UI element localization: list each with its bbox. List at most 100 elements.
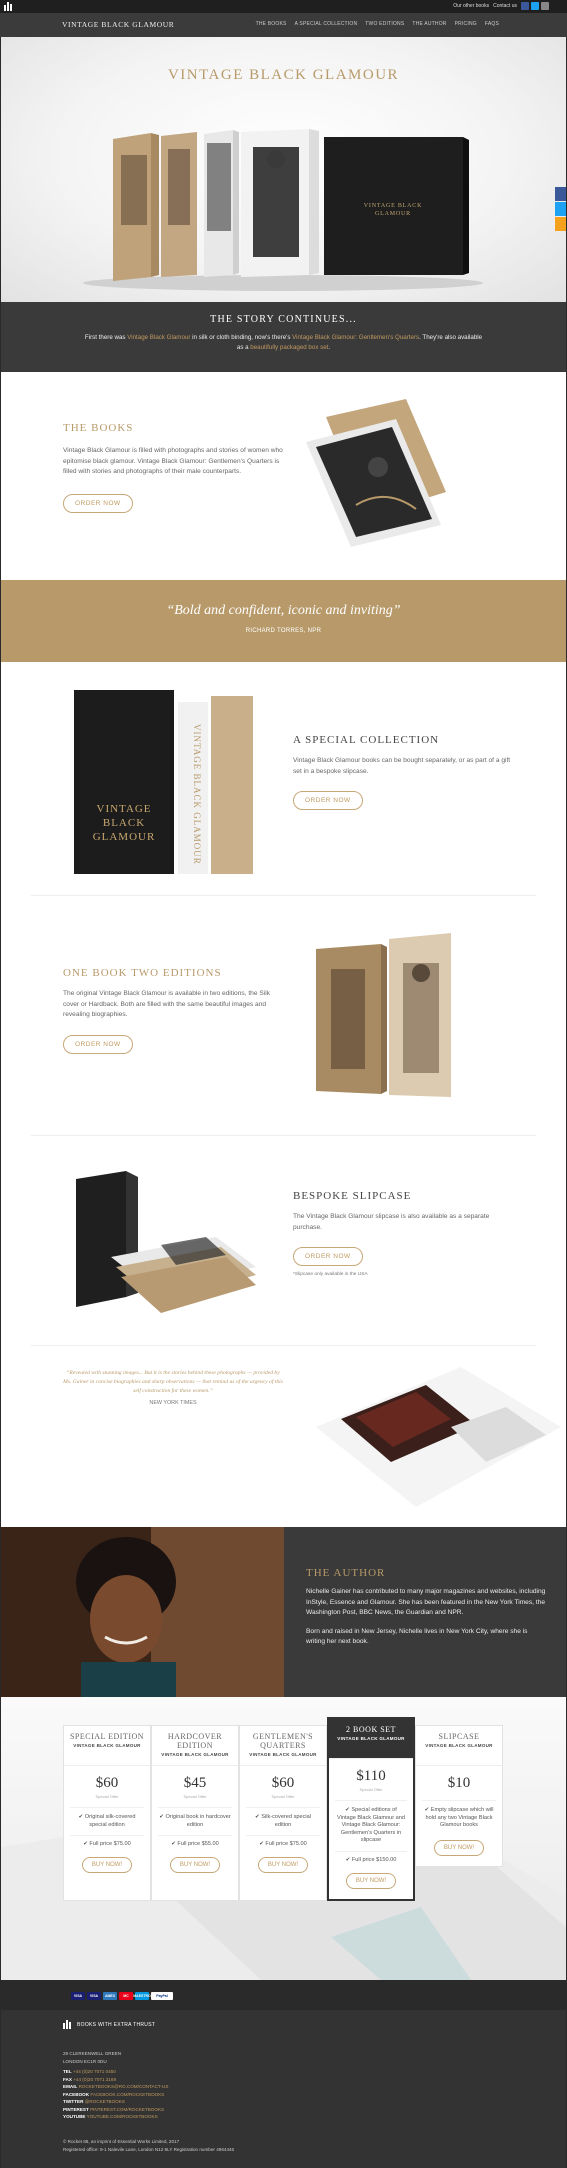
nav-brand[interactable]: VINTAGE BLACK GLAMOUR (62, 20, 174, 29)
nav-item-faqs[interactable]: FAQS (485, 21, 499, 27)
press-quote: “Bold and confident, iconic and inviting… (166, 603, 401, 618)
plan-hardcover-edition: HARDCOVER EDITION VINTAGE BLACK GLAMOUR $… (151, 1725, 239, 1901)
collection-image: VINTAGE BLACK GLAMOUR VINTAGE BLACK GLAM… (74, 690, 253, 874)
footer-brand-text: BOOKS WITH EXTRA THRUST (77, 2021, 156, 2028)
main-nav: VINTAGE BLACK GLAMOUR THE BOOKS A SPECIA… (0, 13, 567, 37)
nav-item-two-editions[interactable]: TWO EDITIONS (365, 21, 404, 27)
buy-now-button[interactable]: BUY NOW! (345, 1872, 397, 1889)
plan-two-book-set: 2 BOOK SET VINTAGE BLACK GLAMOUR $110 Spe… (327, 1717, 415, 1901)
collection-spine-text: VINTAGE BLACK GLAMOUR (192, 724, 202, 865)
author-photo (1, 1527, 284, 1697)
twitter-icon[interactable] (531, 2, 539, 10)
footer-copyright: © Rocket 88, an imprint of Essential Wor… (63, 2139, 180, 2144)
collection-box-line3: GLAMOUR (93, 831, 156, 843)
story-section: THE STORY CONTINUES... First there was V… (1, 302, 566, 372)
press-quote-attribution: RICHARD TORRES, NPR (245, 628, 322, 634)
facebook-icon[interactable] (521, 2, 529, 10)
nav-item-pricing[interactable]: PRICING (455, 21, 477, 27)
footer: VISA VISA AMEX MC MAESTRO PayPal BOOKS W… (1, 1980, 566, 2168)
other-books-link[interactable]: Our other books (453, 3, 489, 9)
slipcase-image (76, 1171, 256, 1313)
section-divider (31, 1135, 536, 1136)
box-title-line1: VINTAGE BLACK (364, 203, 422, 209)
plan-subtitle: VINTAGE BLACK GLAMOUR (337, 1736, 405, 1741)
share-twitter-icon[interactable] (555, 202, 566, 216)
box-title-line2: GLAMOUR (375, 211, 411, 217)
plan-full-price: ✔ Full price $55.00 (158, 1835, 232, 1847)
editions-order-button[interactable]: ORDER NOW (63, 1034, 133, 1054)
story-link-box-set[interactable]: beautifully packaged box set (250, 344, 328, 351)
review-attribution: NEW YORK TIMES (149, 1400, 197, 1406)
visa-icon: VISA (71, 1992, 85, 2000)
footer-legal: © Rocket 88, an imprint of Essential Wor… (63, 2138, 234, 2153)
nav-item-the-books[interactable]: THE BOOKS (256, 21, 287, 27)
plan-full-price: ✔ Full price $75.00 (70, 1835, 144, 1847)
slipcase-order-button[interactable]: ORDER NOW (293, 1247, 363, 1266)
books-body: Vintage Black Glamour is filled with pho… (63, 447, 283, 475)
plan-price: $60 (271, 1775, 295, 1791)
footer-contact-tel: TEL +44 (0)20 7071 0450 (63, 2069, 116, 2074)
editions-heading: ONE BOOK TWO EDITIONS (63, 967, 222, 979)
plan-note: Special Offer (359, 1787, 383, 1792)
floating-share-bar (555, 187, 566, 232)
review-quote: “Revealed with stunning images... But it… (63, 1370, 283, 1394)
nav-item-special-collection[interactable]: A SPECIAL COLLECTION (295, 21, 358, 27)
visa-debit-icon: VISA (87, 1992, 101, 2000)
author-para-2: Born and raised in New Jersey, Nichelle … (306, 1627, 528, 1646)
hero: VINTAGE BLACK GLAMOUR VINTAGE BLACK GLAM… (1, 37, 566, 302)
story-link-gq[interactable]: Vintage Black Glamour: Gentlemen's Quart… (292, 334, 419, 341)
collection-heading: A SPECIAL COLLECTION (293, 734, 440, 746)
share-facebook-icon[interactable] (555, 187, 566, 201)
buy-now-button[interactable]: BUY NOW! (169, 1857, 221, 1873)
footer-address: 29 CLERKENWELL GREEN LONDON EC1R 0DU TEL… (63, 2051, 169, 2119)
plan-price: $60 (95, 1775, 119, 1791)
share-email-icon[interactable] (555, 217, 566, 231)
editions-section: ONE BOOK TWO EDITIONS The original Vinta… (1, 897, 566, 1137)
books-image (306, 399, 446, 547)
collection-order-button[interactable]: ORDER NOW (293, 791, 363, 810)
paypal-icon: PayPal (151, 1992, 173, 2000)
story-text: First there was Vintage Black Glamour in… (84, 334, 483, 351)
plan-special-edition: SPECIAL EDITION VINTAGE BLACK GLAMOUR $60… (63, 1725, 151, 1901)
plan-name: HARDCOVER EDITION (167, 1732, 223, 1750)
review-book-image (316, 1367, 561, 1507)
author-heading: THE AUTHOR (306, 1567, 386, 1579)
plan-price: $45 (183, 1775, 207, 1791)
collection-section: VINTAGE BLACK GLAMOUR VINTAGE BLACK GLAM… (1, 662, 566, 897)
story-link-vbg[interactable]: Vintage Black Glamour (127, 334, 190, 341)
plan-subtitle: VINTAGE BLACK GLAMOUR (73, 1743, 141, 1748)
section-divider (31, 895, 536, 896)
rocket-logo-icon[interactable] (4, 2, 14, 11)
payment-methods: VISA VISA AMEX MC MAESTRO PayPal (1, 1980, 566, 2010)
footer-contact-fax: FAX +44 (0)20 7071 3169 (63, 2076, 117, 2082)
books-order-button[interactable]: ORDER NOW (63, 493, 133, 513)
footer-contact-email: EMAIL ROCKETBOOKS@RO.COM/CONTACT-US (63, 2084, 169, 2089)
email-icon[interactable] (541, 2, 549, 10)
footer-contact-youtube: YOUTUBE YOUTUBE.COM/ROCKETBOOKS (63, 2114, 158, 2119)
plan-note: Special Offer (271, 1794, 295, 1799)
editions-image (316, 933, 451, 1097)
buy-now-button[interactable]: BUY NOW! (81, 1857, 133, 1873)
editions-body: The original Vintage Black Glamour is av… (63, 990, 270, 1018)
plan-name: GENTLEMEN'S QUARTERS (252, 1732, 314, 1750)
footer-contact-pinterest: PINTEREST PINTEREST.COM/ROCKETBOOKS (63, 2106, 165, 2112)
section-divider (31, 1345, 536, 1346)
plan-note: Special Offer (95, 1794, 119, 1799)
books-heading: THE BOOKS (63, 422, 134, 434)
rocket-logo-icon (63, 2020, 71, 2029)
plan-feature: ✔ Original silk-covered special edition (70, 1807, 144, 1829)
nav-item-the-author[interactable]: THE AUTHOR (412, 21, 446, 27)
buy-now-button[interactable]: BUY NOW! (433, 1839, 485, 1856)
contact-link[interactable]: Contact us (493, 3, 517, 9)
buy-now-button[interactable]: BUY NOW! (257, 1857, 309, 1873)
plan-slipcase: SLIPCASE VINTAGE BLACK GLAMOUR $10 ✔ Empt… (415, 1725, 503, 1867)
plan-full-price: ✔ Full price $75.00 (246, 1835, 320, 1847)
plan-feature: ✔ Original book in hardcover edition (158, 1807, 232, 1829)
footer-brand: BOOKS WITH EXTRA THRUST (63, 2020, 155, 2029)
slipcase-footnote: *Slipcase only available in the USA (293, 1272, 368, 1277)
plan-feature: ✔ Special editions of Vintage Black Glam… (335, 1800, 407, 1845)
plan-price: $110 (356, 1768, 386, 1784)
books-section: THE BOOKS Vintage Black Glamour is fille… (1, 372, 566, 580)
pricing-section: SPECIAL EDITION VINTAGE BLACK GLAMOUR $60… (1, 1697, 566, 1980)
plan-subtitle: VINTAGE BLACK GLAMOUR (161, 1752, 229, 1757)
